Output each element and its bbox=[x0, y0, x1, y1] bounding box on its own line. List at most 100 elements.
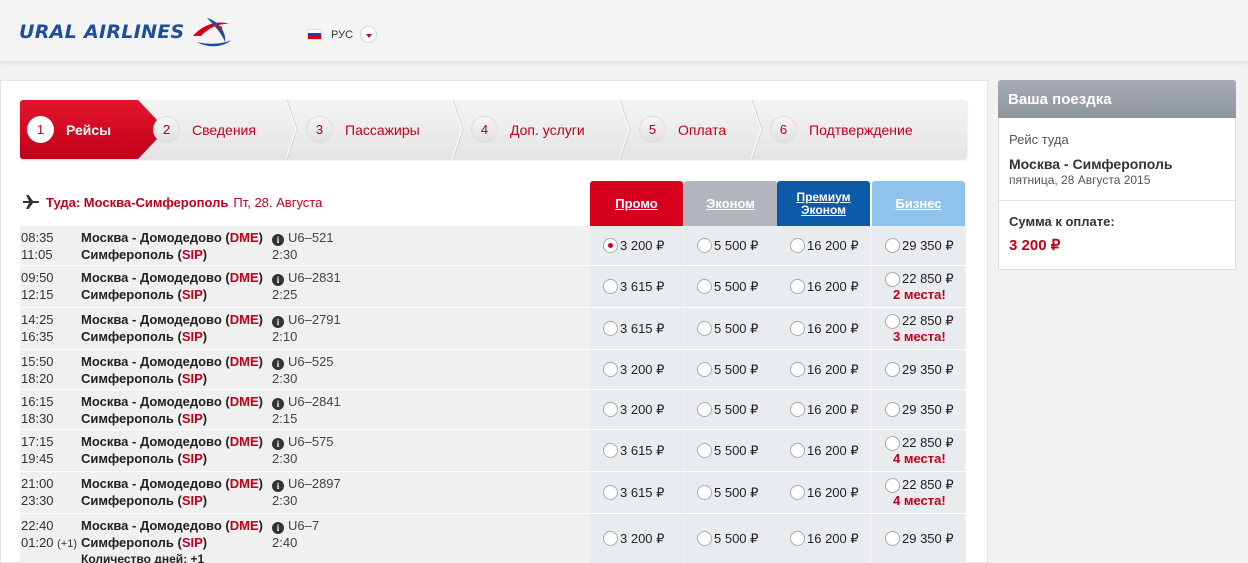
fare-cell-premium[interactable]: 16 200 ₽ bbox=[777, 266, 870, 307]
destination-airport: Симферополь bbox=[81, 493, 174, 508]
destination-code: SIP bbox=[181, 411, 203, 426]
flight-row: 21:00 23:30 Москва - Домодедово (DME) Симфе… bbox=[20, 472, 966, 514]
fare-cell-promo[interactable]: 3 200 ₽ bbox=[590, 390, 683, 429]
step-flights[interactable]: 1 Рейсы bbox=[20, 100, 166, 159]
ural-airlines-logo[interactable]: URAL AIRLINES bbox=[19, 14, 235, 50]
fare-radio[interactable] bbox=[697, 443, 712, 458]
fare-cell-econom[interactable]: 5 500 ₽ bbox=[684, 514, 777, 563]
fare-cell-promo[interactable]: 3 200 ₽ bbox=[590, 226, 683, 265]
info-icon[interactable]: i bbox=[272, 480, 284, 492]
fare-cell-business[interactable]: 22 850 ₽4 места! bbox=[872, 430, 965, 471]
fare-radio[interactable] bbox=[885, 531, 900, 546]
info-icon[interactable]: i bbox=[272, 522, 284, 534]
fare-radio[interactable] bbox=[790, 362, 805, 377]
fare-radio[interactable] bbox=[885, 402, 900, 417]
fare-cell-promo[interactable]: 3 200 ₽ bbox=[590, 350, 683, 389]
step-passengers[interactable]: 3 Пассажиры bbox=[306, 100, 420, 159]
flight-row: 17:15 19:45 Москва - Домодедово (DME) Симфе… bbox=[20, 430, 966, 472]
fare-cell-econom[interactable]: 5 500 ₽ bbox=[684, 266, 777, 307]
fare-radio[interactable] bbox=[885, 238, 900, 253]
fare-radio[interactable] bbox=[603, 279, 618, 294]
fare-header-econom[interactable]: Эконом bbox=[684, 181, 777, 226]
step-confirmation[interactable]: 6 Подтверждение bbox=[770, 100, 913, 159]
fare-cell-business[interactable]: 22 850 ₽2 места! bbox=[872, 266, 965, 307]
fare-cell-business[interactable]: 22 850 ₽4 места! bbox=[872, 472, 965, 513]
fare-cell-econom[interactable]: 5 500 ₽ bbox=[684, 226, 777, 265]
fare-cell-business[interactable]: 29 350 ₽ bbox=[872, 514, 965, 563]
fare-radio[interactable] bbox=[790, 402, 805, 417]
step-extras[interactable]: 4 Доп. услуги bbox=[471, 100, 585, 159]
flight-cities: Москва - Домодедово (DME) Симферополь (SI… bbox=[81, 312, 263, 344]
fare-cell-promo[interactable]: 3 615 ₽ bbox=[590, 472, 683, 513]
fare-cell-econom[interactable]: 5 500 ₽ bbox=[684, 308, 777, 349]
info-icon[interactable]: i bbox=[272, 274, 284, 286]
info-icon[interactable]: i bbox=[272, 398, 284, 410]
fare-radio[interactable] bbox=[885, 313, 900, 329]
fare-radio[interactable] bbox=[885, 271, 900, 287]
fare-radio[interactable] bbox=[697, 531, 712, 546]
step-divider bbox=[452, 100, 464, 159]
fare-radio[interactable] bbox=[603, 531, 618, 546]
fare-cell-business[interactable]: 22 850 ₽3 места! bbox=[872, 308, 965, 349]
language-selector[interactable]: РУС bbox=[307, 26, 378, 43]
fare-radio[interactable] bbox=[790, 279, 805, 294]
fare-cell-promo[interactable]: 3 200 ₽ bbox=[590, 514, 683, 563]
fare-cell-business[interactable]: 29 350 ₽ bbox=[872, 226, 965, 265]
destination-code: SIP bbox=[181, 535, 203, 550]
fare-radio[interactable] bbox=[603, 321, 618, 336]
fare-cell-business[interactable]: 29 350 ₽ bbox=[872, 390, 965, 429]
flight-row: 14:25 16:35 Москва - Домодедово (DME) Симфе… bbox=[20, 308, 966, 350]
fare-cell-promo[interactable]: 3 615 ₽ bbox=[590, 430, 683, 471]
step-number: 4 bbox=[471, 116, 498, 143]
fare-cell-premium[interactable]: 16 200 ₽ bbox=[777, 514, 870, 563]
fare-radio[interactable] bbox=[790, 443, 805, 458]
fare-radio[interactable] bbox=[603, 362, 618, 377]
info-icon[interactable]: i bbox=[272, 234, 284, 246]
fare-cell-business[interactable]: 29 350 ₽ bbox=[872, 350, 965, 389]
fare-radio[interactable] bbox=[697, 279, 712, 294]
step-payment[interactable]: 5 Оплата bbox=[639, 100, 726, 159]
fare-radio[interactable] bbox=[603, 402, 618, 417]
fare-cell-promo[interactable]: 3 615 ₽ bbox=[590, 308, 683, 349]
fare-cell-econom[interactable]: 5 500 ₽ bbox=[684, 430, 777, 471]
fare-radio[interactable] bbox=[790, 485, 805, 500]
fare-price: 5 500 ₽ bbox=[714, 530, 759, 546]
fare-radio[interactable] bbox=[697, 238, 712, 253]
fare-radio[interactable] bbox=[885, 477, 900, 493]
fare-price: 3 200 ₽ bbox=[620, 361, 665, 377]
fare-cell-premium[interactable]: 16 200 ₽ bbox=[777, 430, 870, 471]
fare-header-promo[interactable]: Промо bbox=[590, 181, 683, 226]
total-amount: 3 200 ₽ bbox=[1009, 237, 1061, 254]
fare-cell-premium[interactable]: 16 200 ₽ bbox=[777, 308, 870, 349]
destination-airport: Симферополь bbox=[81, 247, 174, 262]
step-details[interactable]: 2 Сведения bbox=[153, 100, 256, 159]
fare-cell-promo[interactable]: 3 615 ₽ bbox=[590, 266, 683, 307]
fare-header-premium[interactable]: Премиум Эконом bbox=[777, 181, 870, 226]
fare-radio[interactable] bbox=[790, 531, 805, 546]
fare-cell-premium[interactable]: 16 200 ₽ bbox=[777, 350, 870, 389]
fare-radio[interactable] bbox=[697, 402, 712, 417]
info-icon[interactable]: i bbox=[272, 316, 284, 328]
fare-radio[interactable] bbox=[697, 485, 712, 500]
fare-header-business[interactable]: Бизнес bbox=[872, 181, 965, 226]
fare-cell-premium[interactable]: 16 200 ₽ bbox=[777, 472, 870, 513]
fare-cell-econom[interactable]: 5 500 ₽ bbox=[684, 390, 777, 429]
fare-radio[interactable] bbox=[603, 238, 618, 253]
info-icon[interactable]: i bbox=[272, 438, 284, 450]
chevron-down-icon[interactable] bbox=[360, 26, 378, 43]
fare-radio[interactable] bbox=[603, 443, 618, 458]
fare-radio[interactable] bbox=[697, 321, 712, 336]
fare-radio[interactable] bbox=[885, 362, 900, 377]
fare-cell-econom[interactable]: 5 500 ₽ bbox=[684, 472, 777, 513]
fare-radio[interactable] bbox=[603, 485, 618, 500]
fare-cell-econom[interactable]: 5 500 ₽ bbox=[684, 350, 777, 389]
fare-radio[interactable] bbox=[885, 435, 900, 451]
fare-radio[interactable] bbox=[697, 362, 712, 377]
info-icon[interactable]: i bbox=[272, 358, 284, 370]
route-label: Туда: Москва-Симферополь bbox=[46, 194, 229, 210]
fare-cell-premium[interactable]: 16 200 ₽ bbox=[777, 226, 870, 265]
fare-radio[interactable] bbox=[790, 321, 805, 336]
fare-radio[interactable] bbox=[790, 238, 805, 253]
fare-price: 3 615 ₽ bbox=[620, 320, 665, 336]
fare-cell-premium[interactable]: 16 200 ₽ bbox=[777, 390, 870, 429]
